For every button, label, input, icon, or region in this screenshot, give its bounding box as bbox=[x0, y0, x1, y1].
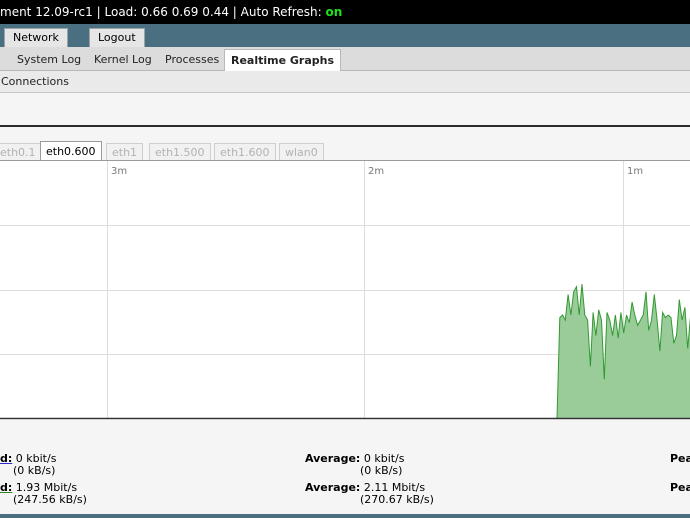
inbound-current-kB: (0 kB/s) bbox=[13, 464, 56, 477]
status-bar: ment 12.09-rc1 | Load: 0.66 0.69 0.44 | … bbox=[0, 0, 690, 24]
time-label-3m: 3m bbox=[111, 166, 127, 177]
footer-bar bbox=[0, 514, 690, 518]
interface-tab-eth0-600[interactable]: eth0.600 bbox=[40, 141, 102, 161]
tab-realtime-graphs[interactable]: Realtime Graphs bbox=[224, 49, 342, 73]
tab-connections[interactable]: Connections bbox=[1, 74, 69, 90]
sub-nav: System Log Kernel Log Processes Realtime… bbox=[0, 47, 690, 73]
divider bbox=[0, 125, 690, 127]
outbound-current-kB: (247.56 kB/s) bbox=[13, 493, 87, 506]
tab-network[interactable]: Network bbox=[4, 28, 68, 47]
outbound-label: d: bbox=[0, 481, 13, 494]
tab-logout[interactable]: Logout bbox=[89, 28, 145, 47]
traffic-chart: 3m 2m 1m bbox=[0, 161, 690, 420]
load-label: Load: bbox=[104, 5, 138, 19]
outbound-peak-label: Pea bbox=[670, 481, 690, 494]
inbound-average-label: Average: bbox=[305, 452, 361, 465]
graphs-sub-nav: Connections bbox=[0, 71, 690, 93]
interface-tab-eth1[interactable]: eth1 bbox=[106, 143, 144, 161]
inbound-peak-label: Pea bbox=[670, 452, 690, 465]
inbound-average-kB: (0 kB/s) bbox=[360, 464, 403, 477]
main-nav: Network Logout bbox=[0, 24, 690, 47]
separator: | bbox=[96, 5, 101, 19]
tab-system-log[interactable]: System Log bbox=[11, 50, 87, 71]
traffic-stats: d: 0 kbit/s (0 kB/s) Average: 0 kbit/s (… bbox=[0, 448, 690, 512]
load-values: 0.66 0.69 0.44 bbox=[141, 5, 229, 19]
inbound-label: d: bbox=[0, 452, 13, 465]
interface-tab-eth1-500[interactable]: eth1.500 bbox=[149, 143, 211, 161]
time-label-2m: 2m bbox=[368, 166, 384, 177]
interface-tab-wlan0[interactable]: wlan0 bbox=[279, 143, 324, 161]
firmware-title: ment 12.09-rc1 bbox=[0, 5, 93, 19]
interface-tab-eth0-1[interactable]: eth0.1 bbox=[0, 143, 42, 161]
time-label-1m: 1m bbox=[627, 166, 643, 177]
interface-tabs: eth0.1 eth0.600 eth1 eth1.500 eth1.600 w… bbox=[0, 141, 690, 161]
outbound-average-kB: (270.67 kB/s) bbox=[360, 493, 434, 506]
auto-refresh-toggle[interactable]: on bbox=[326, 5, 343, 19]
realtime-graph: 3m 2m 1m bbox=[0, 160, 690, 420]
tab-kernel-log[interactable]: Kernel Log bbox=[88, 50, 158, 71]
auto-refresh-label: Auto Refresh: bbox=[240, 5, 322, 19]
separator: | bbox=[232, 5, 237, 19]
interface-tab-eth1-600[interactable]: eth1.600 bbox=[214, 143, 276, 161]
tab-processes[interactable]: Processes bbox=[159, 50, 225, 71]
outbound-average-label: Average: bbox=[305, 481, 361, 494]
